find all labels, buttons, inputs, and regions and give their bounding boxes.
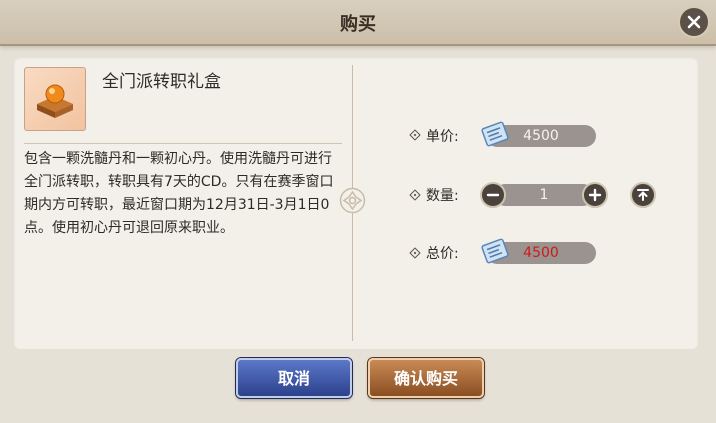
- item-name: 全门派转职礼盒: [102, 72, 221, 92]
- close-icon: [687, 15, 701, 29]
- increase-button[interactable]: [582, 182, 608, 208]
- bullet-icon: [409, 247, 421, 259]
- purchase-panel: 全门派转职礼盒 包含一颗洗髓丹和一颗初心丹。使用洗髓丹可进行全门派转职，转职具有…: [14, 57, 698, 349]
- item-description: 包含一颗洗髓丹和一颗初心丹。使用洗髓丹可进行全门派转职，转职具有7天的CD。只有…: [24, 151, 334, 236]
- plus-icon: [588, 188, 602, 202]
- cancel-button[interactable]: 取消: [236, 358, 352, 398]
- max-arrow-icon: [637, 189, 649, 201]
- close-button[interactable]: [678, 6, 710, 38]
- ticket-currency-icon: [481, 121, 509, 147]
- dialog-title: 购买: [340, 14, 376, 35]
- item-icon-frame: [24, 67, 86, 131]
- bullet-icon: [409, 189, 421, 201]
- minus-icon: [486, 193, 500, 197]
- gift-box-orb-icon: [37, 84, 73, 118]
- confirm-purchase-button[interactable]: 确认购买: [368, 358, 484, 398]
- bullet-icon: [409, 129, 421, 141]
- total-price-label: 总价:: [426, 246, 459, 262]
- divider: [24, 143, 342, 144]
- ticket-currency-icon: [481, 238, 509, 264]
- quantity-label: 数量:: [426, 188, 459, 204]
- ornament-icon: [339, 187, 366, 214]
- quantity-value[interactable]: 1: [494, 184, 594, 206]
- decrease-button[interactable]: [480, 182, 506, 208]
- max-quantity-button[interactable]: [630, 182, 656, 208]
- unit-price-label: 单价:: [426, 129, 459, 145]
- dialog-title-bar: 购买: [0, 0, 716, 46]
